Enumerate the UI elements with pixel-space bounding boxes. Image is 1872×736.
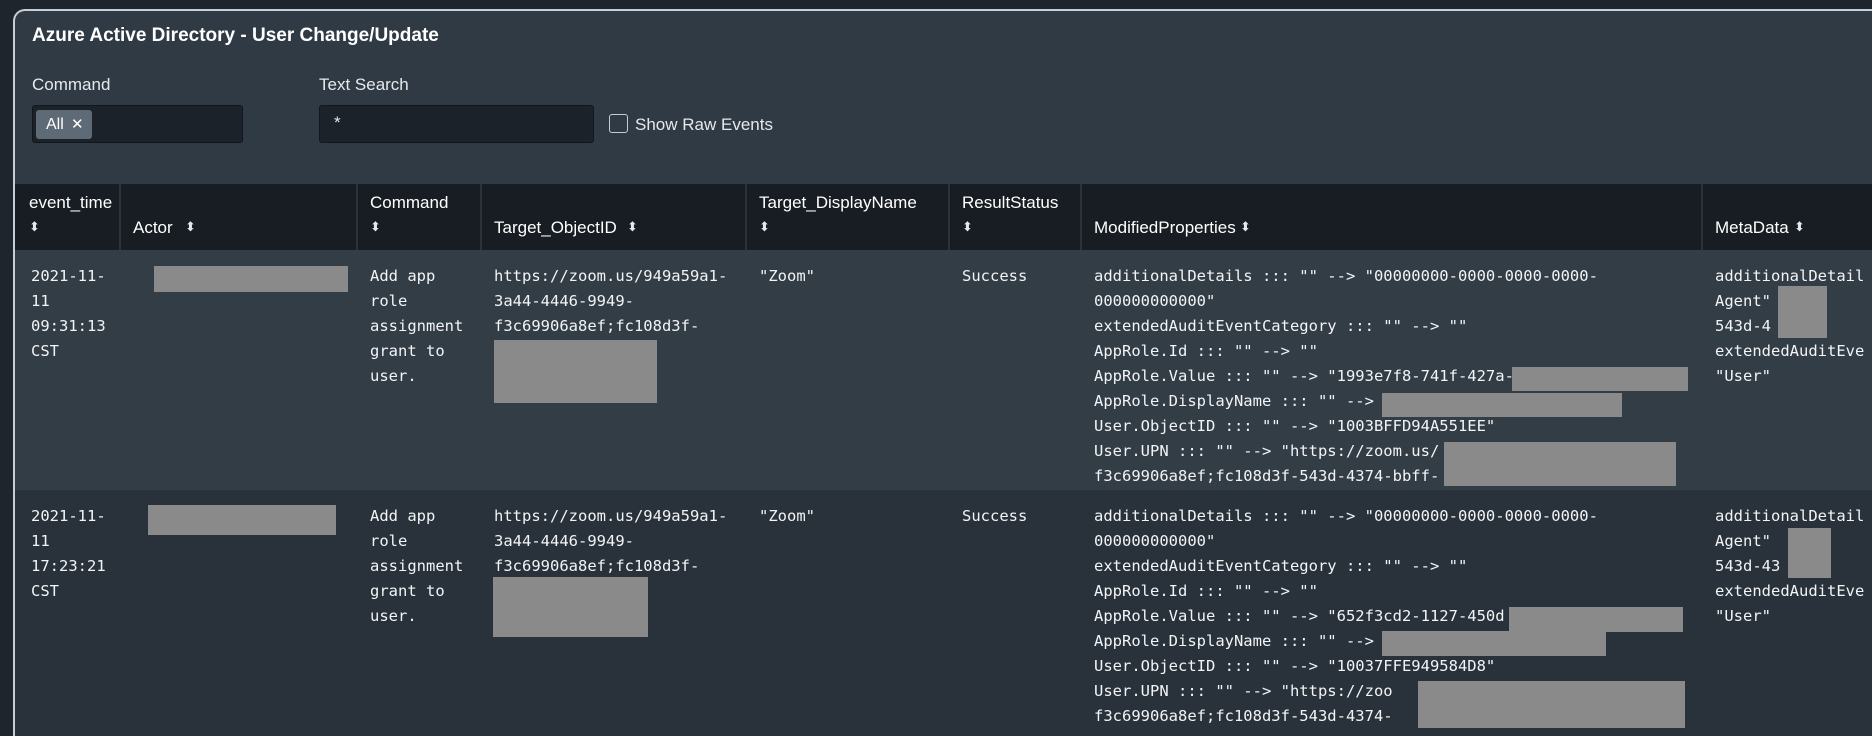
- sort-icon: ⬍: [370, 219, 381, 234]
- column-header-label: ModifiedProperties: [1094, 218, 1236, 237]
- column-divider: [356, 184, 358, 250]
- cell-command: Add app role assignment grant to user.: [370, 507, 464, 625]
- redacted-value: [1509, 607, 1683, 632]
- text-search-input[interactable]: *: [319, 105, 594, 143]
- column-divider: [119, 184, 121, 250]
- redacted-value: [1444, 442, 1676, 486]
- column-header-label: MetaData: [1715, 218, 1789, 237]
- cell-event-time: 2021-11- 11 09:31:13 CST: [31, 267, 106, 360]
- show-raw-events-label[interactable]: Show Raw Events: [635, 115, 773, 135]
- column-header-label: event_time: [29, 193, 113, 212]
- show-raw-events-checkbox[interactable]: [609, 114, 628, 133]
- sort-icon: ⬍: [1794, 219, 1805, 234]
- cell-target-objectid: https://zoom.us/949a59a1- 3a44-4446-9949…: [494, 507, 728, 575]
- sort-icon: ⬍: [29, 219, 40, 234]
- column-divider: [480, 184, 482, 250]
- redacted-actor: [148, 505, 336, 535]
- redacted-value: [493, 577, 648, 637]
- column-header-label: Actor: [133, 218, 173, 237]
- column-header-label: Target_DisplayName: [759, 193, 917, 212]
- column-header-resultstatus[interactable]: ResultStatus ⬍: [948, 184, 1080, 250]
- redacted-value: [1382, 393, 1622, 417]
- redacted-value: [1382, 631, 1606, 656]
- cell-target-objectid: https://zoom.us/949a59a1- 3a44-4446-9949…: [494, 267, 728, 335]
- column-header-label: Target_ObjectID: [494, 218, 617, 237]
- redacted-value: [1418, 681, 1685, 728]
- table-row[interactable]: 2021-11- 11 09:31:13 CST Add app role as…: [15, 250, 1872, 490]
- sort-icon: ⬍: [627, 219, 638, 234]
- cell-target-displayname: "Zoom": [759, 267, 815, 285]
- redacted-value: [1778, 286, 1827, 338]
- redacted-value: [1512, 367, 1688, 391]
- redacted-value: [1788, 528, 1831, 578]
- sort-icon: ⬍: [962, 219, 973, 234]
- column-divider: [1701, 184, 1703, 250]
- redacted-actor: [154, 266, 348, 292]
- cell-resultstatus: Success: [962, 507, 1028, 525]
- text-search-value: *: [334, 113, 341, 132]
- column-header-target-objectid[interactable]: Target_ObjectID ⬍: [480, 184, 745, 250]
- close-icon[interactable]: ✕: [71, 110, 84, 139]
- table-row[interactable]: 2021-11- 11 17:23:21 CST Add app role as…: [15, 490, 1872, 736]
- cell-command: Add app role assignment grant to user.: [370, 267, 464, 385]
- redacted-value: [494, 340, 657, 403]
- column-header-label: Command: [370, 193, 449, 212]
- panel-title: Azure Active Directory - User Change/Upd…: [32, 25, 439, 46]
- cell-target-displayname: "Zoom": [759, 507, 815, 525]
- cell-event-time: 2021-11- 11 17:23:21 CST: [31, 507, 106, 600]
- column-divider: [948, 184, 950, 250]
- sort-icon: ⬍: [185, 219, 196, 234]
- command-token-label: All: [46, 116, 64, 133]
- dashboard-panel: Azure Active Directory - User Change/Upd…: [13, 9, 1872, 736]
- column-header-modifiedproperties[interactable]: ModifiedProperties ⬍: [1080, 184, 1701, 250]
- column-header-command[interactable]: Command ⬍: [356, 184, 480, 250]
- cell-resultstatus: Success: [962, 267, 1028, 285]
- command-filter-label: Command: [32, 75, 111, 94]
- column-divider: [745, 184, 747, 250]
- column-header-metadata[interactable]: MetaData ⬍: [1701, 184, 1872, 250]
- column-header-actor[interactable]: Actor ⬍: [119, 184, 337, 250]
- command-token: All ✕: [36, 110, 92, 139]
- column-divider: [1080, 184, 1082, 250]
- table-header: event_time ⬍ Actor ⬍ Command ⬍ Target_Ob…: [15, 184, 1872, 250]
- column-header-event-time[interactable]: event_time ⬍: [15, 184, 119, 250]
- text-search-label: Text Search: [319, 75, 409, 94]
- column-header-label: ResultStatus: [962, 193, 1059, 212]
- sort-icon: ⬍: [1240, 219, 1251, 234]
- command-multiselect[interactable]: All ✕: [32, 105, 243, 143]
- sort-icon: ⬍: [759, 219, 770, 234]
- column-header-target-displayname[interactable]: Target_DisplayName ⬍: [745, 184, 948, 250]
